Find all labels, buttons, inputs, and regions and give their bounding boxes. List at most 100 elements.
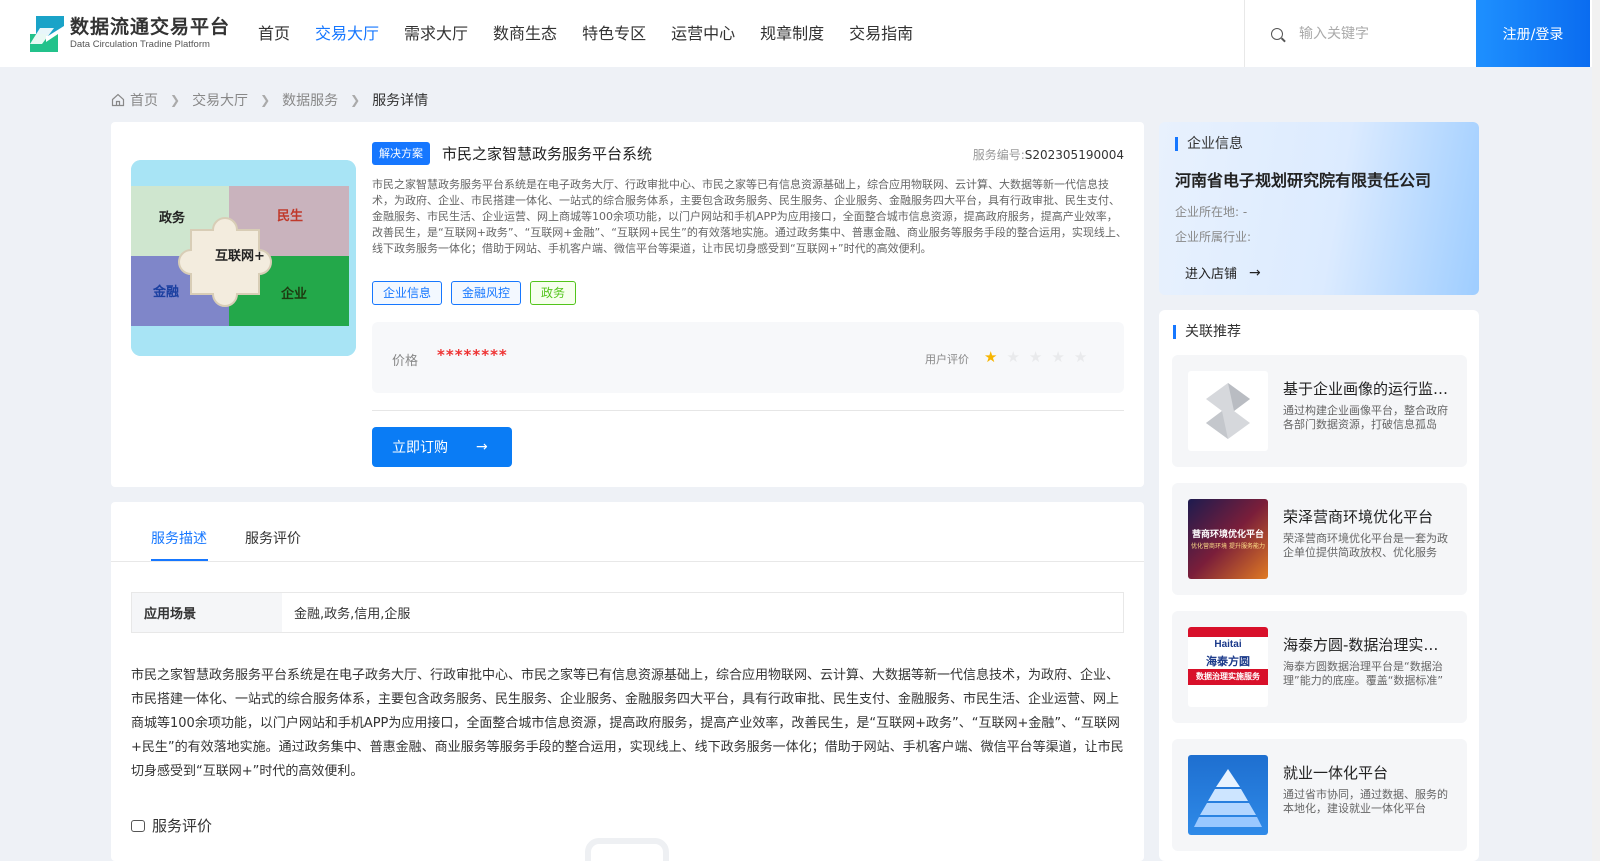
- nav-home[interactable]: 首页: [258, 22, 290, 46]
- service-detail-card: 服务描述 服务评价 应用场景 金融,政务,信用,企服 市民之家智慧政务服务平台系…: [111, 502, 1144, 861]
- star-icon[interactable]: ★: [1051, 349, 1064, 365]
- search-icon[interactable]: [1271, 27, 1283, 40]
- nav-special-zone[interactable]: 特色专区: [582, 22, 646, 46]
- star-icon[interactable]: ★: [1006, 349, 1019, 365]
- recommend-thumb: 营商环境优化平台 优化营商环境 提升服务能力: [1188, 499, 1268, 579]
- recommend-item[interactable]: 基于企业画像的运行监测平台 通过构建企业画像平台，整合政府各部门数据资源，打破信…: [1172, 355, 1467, 467]
- logo-title: 数据流通交易平台: [70, 16, 231, 38]
- service-short-description: 市民之家智慧政务服务平台系统是在电子政务大厅、行政审批中心、市民之家等已有信息资…: [372, 178, 1127, 255]
- tag-finance-risk[interactable]: 金融风控: [451, 281, 522, 305]
- active-tab-indicator: [151, 559, 208, 561]
- main-nav: 首页 交易大厅 需求大厅 数商生态 特色专区 运营中心 规章制度 交易指南: [258, 22, 938, 46]
- price-label: 价格: [392, 354, 419, 369]
- comment-icon: [131, 819, 145, 832]
- recommend-desc: 海泰方圆数据治理平台是“数据治理”能力的底座。覆盖“数据标准”: [1283, 660, 1444, 687]
- page-scrollbar[interactable]: [1592, 0, 1600, 861]
- star-icon[interactable]: ★: [984, 349, 997, 365]
- search-input[interactable]: [1299, 25, 1459, 42]
- application-scene-table: 应用场景 金融,政务,信用,企服: [131, 592, 1124, 633]
- nav-regulations[interactable]: 规章制度: [760, 22, 824, 46]
- service-number-value: S202305190004: [1024, 148, 1124, 162]
- enter-shop-button[interactable]: 进入店铺 →: [1185, 263, 1261, 283]
- login-register-button[interactable]: 注册/登录: [1476, 0, 1590, 67]
- related-recommendations: 关联推荐 基于企业画像的运行监测平台 通过构建企业画像平台，整合政府各部门数据资…: [1159, 310, 1479, 861]
- company-name[interactable]: 河南省电子规划研究院有限责任公司: [1175, 167, 1431, 191]
- rating-label: 用户评价: [925, 353, 969, 366]
- star-icon[interactable]: ★: [1074, 349, 1087, 365]
- puzzle-illustration: 政务 民生 互联网+ 金融 企业: [131, 160, 356, 356]
- nav-trading-guide[interactable]: 交易指南: [849, 22, 913, 46]
- tab-service-review[interactable]: 服务评价: [245, 528, 301, 548]
- detail-tabs: 服务描述 服务评价: [111, 502, 1144, 562]
- nav-trading-hall[interactable]: 交易大厅: [315, 22, 379, 46]
- recommend-section-title: 关联推荐: [1173, 325, 1241, 339]
- recommend-thumb: Haitai 海泰方圆 数据治理实施服务: [1188, 627, 1268, 707]
- logo-subtitle: Data Circulation Tradine Platform: [70, 39, 210, 50]
- price-value: ********: [437, 346, 508, 364]
- home-icon: [111, 93, 125, 107]
- recommend-title: 荣泽营商环境优化平台: [1283, 508, 1434, 526]
- recommend-desc: 通过省市协同，通过数据、服务的本地化，建设就业一体化平台: [1283, 788, 1448, 815]
- nav-operation-center[interactable]: 运营中心: [671, 22, 735, 46]
- arrow-right-icon: →: [1249, 264, 1261, 281]
- empty-state-icon: [585, 838, 669, 861]
- company-location-value: -: [1242, 205, 1248, 219]
- recommend-desc: 荣泽营商环境优化平台是一套为政企单位提供简政放权、优化服务: [1283, 532, 1448, 559]
- enter-shop-label: 进入店铺: [1185, 267, 1238, 282]
- search-box: [1244, 0, 1476, 67]
- service-long-description: 市民之家智慧政务服务平台系统是在电子政务大厅、行政审批中心、市民之家等已有信息资…: [131, 668, 1124, 779]
- tag-enterprise-info[interactable]: 企业信息: [372, 281, 443, 305]
- brand-logo-icon: [1206, 383, 1250, 439]
- image-label-internet: 互联网+: [215, 249, 265, 264]
- chevron-right-icon: ❯: [170, 93, 181, 107]
- pyramid-chart-icon: [1194, 769, 1262, 827]
- recommend-item[interactable]: 营商环境优化平台 优化营商环境 提升服务能力 荣泽营商环境优化平台 荣泽营商环境…: [1172, 483, 1467, 595]
- image-label-livelihood: 民生: [277, 208, 303, 224]
- recommend-desc: 通过构建企业画像平台，整合政府各部门数据资源，打破信息孤岛: [1283, 404, 1448, 431]
- review-section-heading: 服务评价: [131, 815, 212, 836]
- recommend-title: 基于企业画像的运行监测平台: [1283, 380, 1453, 398]
- company-industry: 企业所属行业:: [1175, 230, 1252, 244]
- recommend-item[interactable]: Haitai 海泰方圆 数据治理实施服务 海泰方圆-数据治理实施服务 海泰方圆数…: [1172, 611, 1467, 723]
- nav-ecosystem[interactable]: 数商生态: [493, 22, 557, 46]
- scene-value: 金融,政务,信用,企服: [294, 607, 411, 622]
- chevron-right-icon: ❯: [260, 93, 271, 107]
- tag-government[interactable]: 政务: [530, 281, 577, 305]
- service-image: 政务 民生 互联网+ 金融 企业: [131, 160, 356, 356]
- company-info-card: 企业信息 河南省电子规划研究院有限责任公司 企业所在地: - 企业所属行业: 进…: [1159, 122, 1479, 295]
- solution-badge: 解决方案: [372, 142, 430, 165]
- star-icon[interactable]: ★: [1029, 349, 1042, 365]
- breadcrumb-current: 服务详情: [372, 93, 429, 109]
- recommend-thumb: [1188, 371, 1268, 451]
- service-number: 服务编号:S202305190004: [972, 148, 1124, 162]
- divider: [372, 410, 1124, 411]
- nav-demand-hall[interactable]: 需求大厅: [404, 22, 468, 46]
- chevron-right-icon: ❯: [350, 93, 361, 107]
- service-summary-card: 政务 民生 互联网+ 金融 企业 解决方案 市民之家智慧政务服务平台系统 服务编…: [111, 122, 1144, 487]
- arrow-right-icon: →: [476, 439, 488, 455]
- rating-stars: ★ ★ ★ ★ ★: [984, 349, 1096, 365]
- image-label-gov: 政务: [159, 210, 186, 226]
- service-tags: 企业信息 金融风控 政务: [372, 281, 585, 305]
- review-heading-text: 服务评价: [152, 817, 213, 835]
- breadcrumb-data-service[interactable]: 数据服务: [282, 90, 338, 110]
- image-label-enterprise: 企业: [280, 286, 307, 302]
- logo-icon: [30, 16, 64, 52]
- order-now-button[interactable]: 立即订购 →: [372, 427, 512, 467]
- service-title: 市民之家智慧政务服务平台系统: [442, 145, 653, 163]
- breadcrumb-trading-hall[interactable]: 交易大厅: [192, 90, 248, 110]
- order-now-label: 立即订购: [392, 440, 448, 456]
- tab-service-description[interactable]: 服务描述: [151, 528, 207, 548]
- breadcrumb: 首页 ❯ 交易大厅 ❯ 数据服务 ❯ 服务详情: [111, 90, 428, 110]
- price-panel: 价格 ******** 用户评价 ★ ★ ★ ★ ★: [372, 322, 1124, 393]
- top-header: 数据流通交易平台 Data Circulation Tradine Platfo…: [0, 0, 1600, 67]
- recommend-item[interactable]: 就业一体化平台 通过省市协同，通过数据、服务的本地化，建设就业一体化平台: [1172, 739, 1467, 851]
- platform-logo[interactable]: 数据流通交易平台 Data Circulation Tradine Platfo…: [28, 14, 230, 54]
- breadcrumb-home[interactable]: 首页: [130, 90, 158, 110]
- company-location: 企业所在地: -: [1175, 205, 1248, 219]
- scene-label: 应用场景: [132, 593, 282, 632]
- recommend-thumb: [1188, 755, 1268, 835]
- recommend-title: 就业一体化平台: [1283, 764, 1389, 782]
- image-label-finance: 金融: [152, 284, 179, 300]
- company-section-title: 企业信息: [1175, 137, 1243, 151]
